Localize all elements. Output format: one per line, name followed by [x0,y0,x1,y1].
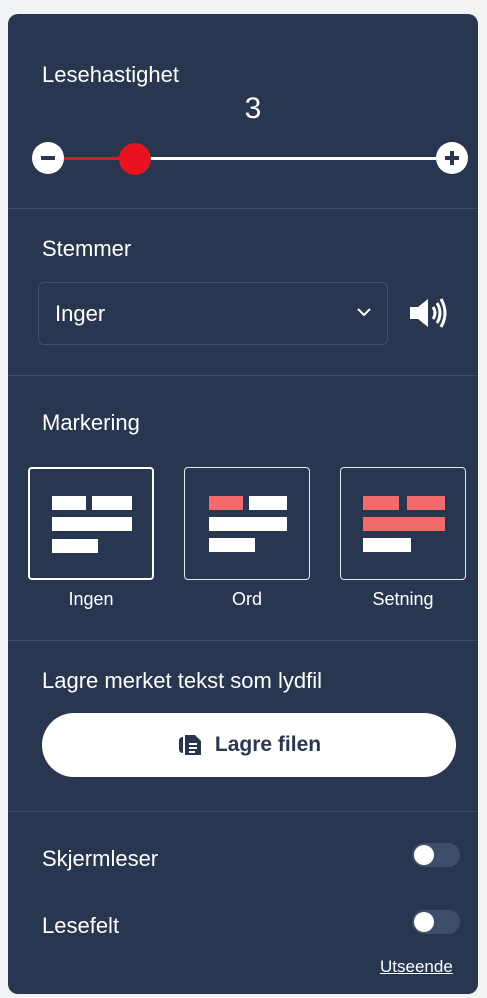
divider [8,208,478,209]
highlighted-sentence-icon [407,496,445,510]
text-line-icon [249,496,287,510]
speed-heading: Lesehastighet [42,62,179,87]
reader-settings-panel: Lesehastighet 3 Stemmer Inger Markering … [8,14,478,994]
divider [8,811,478,812]
speaker-icon[interactable] [408,296,448,330]
text-line-icon [209,517,287,531]
marking-option-label: Ord [231,589,262,609]
appearance-link[interactable]: Utseende [380,957,453,977]
speed-value: 3 [244,92,262,125]
minus-icon [41,156,55,160]
text-line-icon [209,538,255,552]
marking-option-setning[interactable] [340,467,466,580]
text-line-icon [52,496,86,510]
toggle-knob [414,845,434,865]
voice-select[interactable]: Inger [38,282,388,345]
reading-field-label: Lesefelt [42,913,120,938]
highlighted-sentence-icon [363,496,399,510]
divider [8,375,478,376]
reading-field-toggle[interactable] [412,910,460,934]
toggle-knob [414,912,434,932]
voices-heading: Stemmer [42,236,132,261]
marking-heading: Markering [42,410,140,435]
text-line-icon [52,539,98,553]
save-heading: Lagre merket tekst som lydfil [42,668,322,693]
highlighted-sentence-icon [363,517,445,531]
text-line-icon [92,496,132,510]
increase-speed-button[interactable] [436,142,468,174]
save-file-label: Lagre filen [214,733,322,756]
voice-select-value: Inger [55,300,106,326]
divider [8,640,478,641]
screen-reader-toggle[interactable] [412,843,460,867]
decrease-speed-button[interactable] [32,142,64,174]
marking-option-ingen[interactable] [28,467,154,580]
marking-option-ord[interactable] [184,467,310,580]
marking-option-label: Setning [372,589,434,609]
chevron-down-icon [357,308,371,317]
marking-option-label: Ingen [68,589,114,609]
screen-reader-label: Skjermleser [42,846,159,871]
highlighted-word-icon [209,496,243,510]
speed-slider-thumb[interactable] [119,143,152,175]
save-file-button[interactable]: Lagre filen [42,713,456,777]
plus-icon [445,151,459,165]
text-line-icon [363,538,411,552]
text-line-icon [52,517,132,531]
save-file-icon [178,735,201,755]
